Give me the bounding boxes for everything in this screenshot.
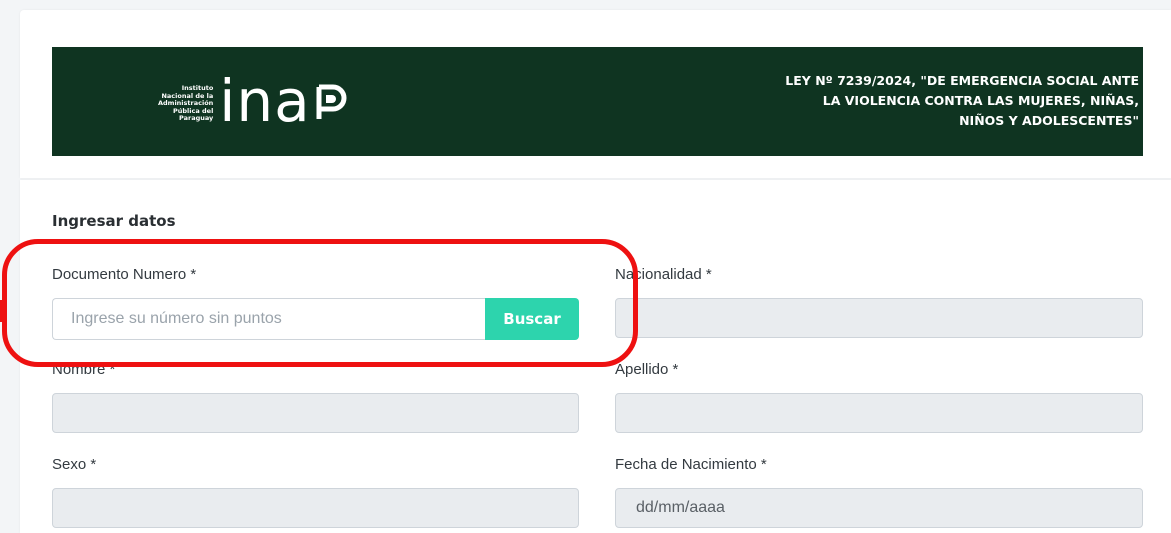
nacionalidad-field[interactable] xyxy=(615,298,1143,338)
fecha-nacimiento-field[interactable]: dd/mm/aaaa xyxy=(615,488,1143,528)
section-title: Ingresar datos xyxy=(52,212,176,230)
fecha-nacimiento-value: dd/mm/aaaa xyxy=(636,499,725,516)
sexo-label: Sexo * xyxy=(52,456,97,473)
sexo-field[interactable] xyxy=(52,488,579,528)
law-title-line: LEY Nº 7239/2024, "DE EMERGENCIA SOCIAL … xyxy=(785,73,1139,88)
logo-p-mark-icon xyxy=(315,72,349,130)
buscar-button[interactable]: Buscar xyxy=(485,298,579,340)
documento-input-group: Buscar xyxy=(52,298,579,340)
logo-wordmark-text: ina xyxy=(219,67,311,135)
fecha-nacimiento-label: Fecha de Nacimiento * xyxy=(615,456,767,473)
nacionalidad-label: Nacionalidad * xyxy=(615,266,712,283)
highlight-edge-mark xyxy=(0,300,4,322)
law-title-line: NIÑOS Y ADOLESCENTES" xyxy=(959,113,1139,128)
documento-input[interactable] xyxy=(52,298,485,340)
inap-logo: Instituto Nacional de la Administración … xyxy=(158,69,349,133)
logo-wordmark: ina xyxy=(219,72,348,130)
logo-institution-text: Instituto Nacional de la Administración … xyxy=(158,85,213,123)
nombre-label: Nombre * xyxy=(52,361,116,378)
logo-line: Paraguay xyxy=(179,114,214,123)
header-banner: Instituto Nacional de la Administración … xyxy=(52,47,1143,156)
law-title-line: LA VIOLENCIA CONTRA LAS MUJERES, NIÑAS, xyxy=(822,93,1139,108)
page: Instituto Nacional de la Administración … xyxy=(0,0,1171,533)
documento-label: Documento Numero * xyxy=(52,266,197,283)
nombre-field[interactable] xyxy=(52,393,579,433)
form-card xyxy=(20,180,1171,533)
apellido-field[interactable] xyxy=(615,393,1143,433)
apellido-label: Apellido * xyxy=(615,361,679,378)
law-title: LEY Nº 7239/2024, "DE EMERGENCIA SOCIAL … xyxy=(679,71,1139,131)
